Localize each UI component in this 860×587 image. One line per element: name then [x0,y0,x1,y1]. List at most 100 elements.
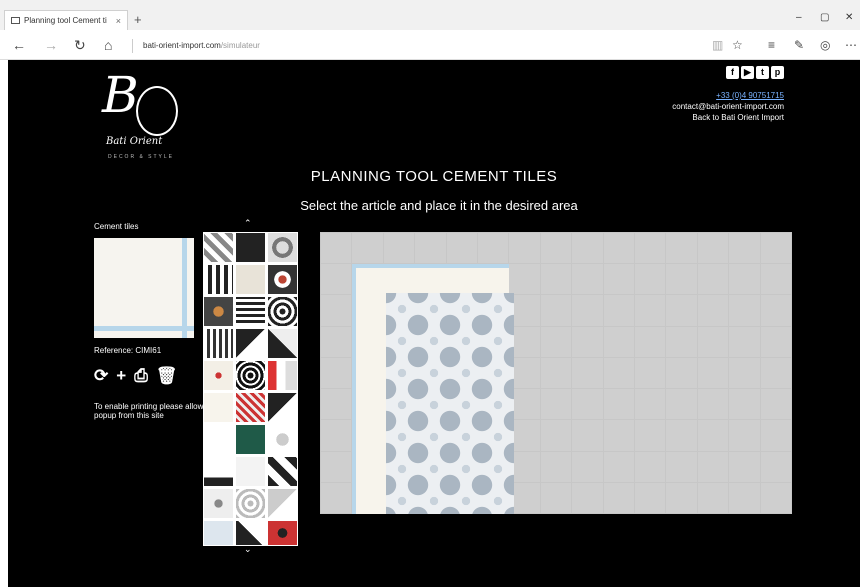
phone-link[interactable]: +33 (0)4 90751715 [672,90,784,101]
favorite-star-icon[interactable]: ☆ [732,38,743,52]
grid-cell[interactable] [634,420,666,451]
grid-cell[interactable] [540,357,572,389]
facebook-icon[interactable]: f [726,66,739,79]
grid-cell[interactable] [666,357,697,389]
youtube-icon[interactable]: ▶ [741,66,754,79]
grid-cell[interactable] [666,233,697,264]
share-icon[interactable]: ◎ [820,38,830,52]
refresh-icon[interactable]: ↻ [74,37,86,54]
grid-cell[interactable] [760,264,791,295]
grid-cell[interactable] [760,233,791,264]
grid-cell[interactable] [603,264,634,295]
grid-cell[interactable] [321,357,352,389]
palette-tile[interactable] [235,456,266,487]
print-icon[interactable]: ⎙ [134,366,148,386]
palette-tile[interactable] [203,296,234,327]
palette-tile[interactable] [235,296,266,327]
grid-cell[interactable] [697,264,729,295]
refresh-icon[interactable]: ⟳ [94,366,108,386]
grid-cell[interactable] [697,451,729,482]
grid-cell[interactable] [729,389,760,420]
grid-cell[interactable] [697,357,729,389]
browser-tab[interactable]: Planning tool Cement ti × [4,10,128,30]
grid-cell[interactable] [352,233,383,264]
palette-tile[interactable] [203,360,234,391]
grid-cell[interactable] [603,389,634,420]
minimize-button[interactable]: – [796,12,802,23]
grid-cell[interactable] [477,233,509,264]
palette-tile[interactable] [267,360,298,391]
grid-cell[interactable] [697,326,729,357]
pinterest-icon[interactable]: p [771,66,784,79]
grid-cell[interactable] [603,326,634,357]
palette-tile[interactable] [267,264,298,295]
grid-cell[interactable] [666,482,697,513]
grid-cell[interactable] [760,295,791,326]
forward-arrow-icon[interactable]: → [44,37,58,53]
grid-cell[interactable] [760,357,791,389]
grid-cell[interactable] [729,357,760,389]
grid-cell[interactable] [634,233,666,264]
grid-cell[interactable] [729,264,760,295]
grid-cell[interactable] [666,295,697,326]
palette-tile[interactable] [203,264,234,295]
grid-cell[interactable] [572,233,603,264]
palette-tile[interactable] [267,488,298,519]
grid-cell[interactable] [760,482,791,513]
grid-cell[interactable] [540,451,572,482]
grid-cell[interactable] [540,264,572,295]
palette-tile[interactable] [203,520,234,546]
email-link[interactable]: contact@bati-orient-import.com [672,101,784,112]
palette-tile[interactable] [267,392,298,423]
grid-cell[interactable] [321,482,352,513]
grid-cell[interactable] [729,451,760,482]
grid-cell[interactable] [603,357,634,389]
grid-cell[interactable] [729,482,760,513]
grid-cell[interactable] [729,295,760,326]
palette-tile[interactable] [235,488,266,519]
palette-tile[interactable] [235,392,266,423]
grid-cell[interactable] [760,389,791,420]
grid-cell[interactable] [540,233,572,264]
palette-tile[interactable] [203,392,234,423]
bati-orient-logo[interactable]: B Bati Orient DECOR & STYLE [100,66,192,160]
back-arrow-icon[interactable]: ← [12,37,26,53]
grid-cell[interactable] [697,389,729,420]
palette-tile[interactable] [267,456,298,487]
grid-cell[interactable] [603,233,634,264]
grid-cell[interactable] [666,326,697,357]
twitter-icon[interactable]: t [756,66,769,79]
grid-cell[interactable] [321,420,352,451]
grid-cell[interactable] [666,451,697,482]
palette-tile[interactable] [267,424,298,455]
grid-cell[interactable] [540,389,572,420]
grid-cell[interactable] [760,420,791,451]
grid-cell[interactable] [603,295,634,326]
grid-cell[interactable] [572,295,603,326]
grid-cell[interactable] [634,357,666,389]
palette-tile[interactable] [203,328,234,359]
palette-tile[interactable] [267,232,298,263]
grid-cell[interactable] [321,233,352,264]
palette-tile[interactable] [203,456,234,487]
palette-tile[interactable] [267,520,298,546]
grid-cell[interactable] [634,326,666,357]
grid-cell[interactable] [446,233,477,264]
grid-cell[interactable] [540,295,572,326]
grid-cell[interactable] [572,451,603,482]
grid-cell[interactable] [760,451,791,482]
grid-cell[interactable] [697,295,729,326]
palette-scroll-up-icon[interactable]: ⌃ [244,218,252,229]
grid-cell[interactable] [572,389,603,420]
grid-cell[interactable] [572,420,603,451]
grid-cell[interactable] [603,420,634,451]
palette-tile[interactable] [235,424,266,455]
grid-cell[interactable] [603,451,634,482]
grid-cell[interactable] [572,264,603,295]
grid-cell[interactable] [540,420,572,451]
grid-cell[interactable] [697,482,729,513]
grid-cell[interactable] [321,389,352,420]
palette-tile[interactable] [203,488,234,519]
grid-cell[interactable] [666,389,697,420]
palette-tile[interactable] [235,360,266,391]
